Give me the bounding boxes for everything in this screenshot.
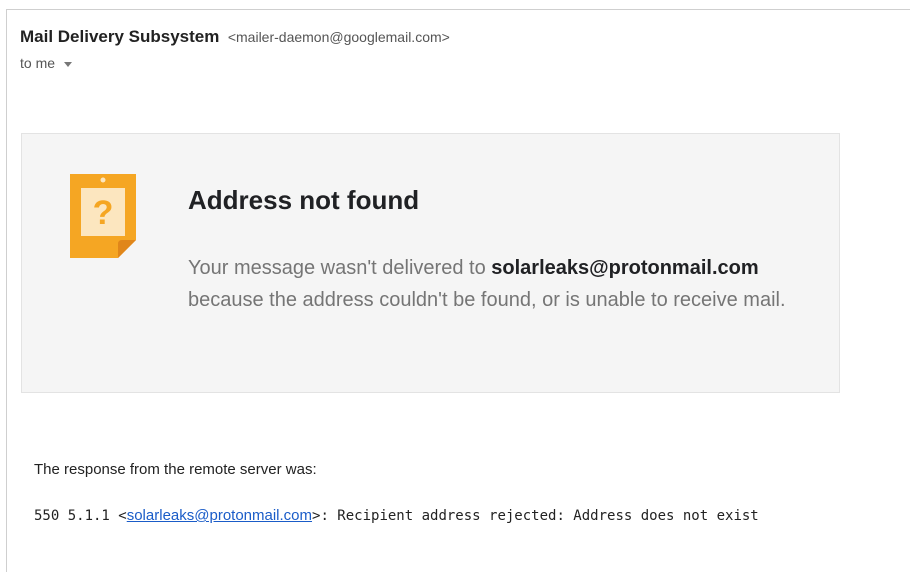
delivery-failure-notice: ? Address not found Your message wasn't …	[21, 133, 840, 393]
notice-message-end: because the address couldn't be found, o…	[188, 289, 786, 311]
sender-name[interactable]: Mail Delivery Subsystem	[20, 27, 219, 46]
response-code-prefix: 550 5.1.1 <	[34, 508, 127, 524]
recipient-address: solarleaks@protonmail.com	[491, 257, 759, 279]
notice-message: Your message wasn't delivered to solarle…	[188, 252, 808, 316]
response-code-suffix: >: Recipient address rejected: Address d…	[312, 508, 759, 524]
recipient-email-link[interactable]: solarleaks@protonmail.com	[127, 507, 312, 524]
sender-email: <mailer-daemon@googlemail.com>	[227, 29, 450, 45]
question-mark-glyph: ?	[93, 194, 114, 232]
recipient-details-toggle[interactable]: to me	[20, 55, 73, 71]
chevron-down-icon[interactable]	[64, 61, 73, 67]
notice-title: Address not found	[188, 185, 420, 215]
response-label: The response from the remote server was:	[34, 461, 317, 478]
server-response: 550 5.1.1 <solarleaks@protonmail.com>: R…	[34, 507, 759, 524]
email-header: Mail Delivery Subsystem <mailer-daemon@g…	[20, 27, 450, 47]
to-label: to me	[20, 55, 56, 71]
question-note-icon: ?	[70, 174, 136, 258]
notice-message-start: Your message wasn't delivered to	[188, 257, 492, 279]
